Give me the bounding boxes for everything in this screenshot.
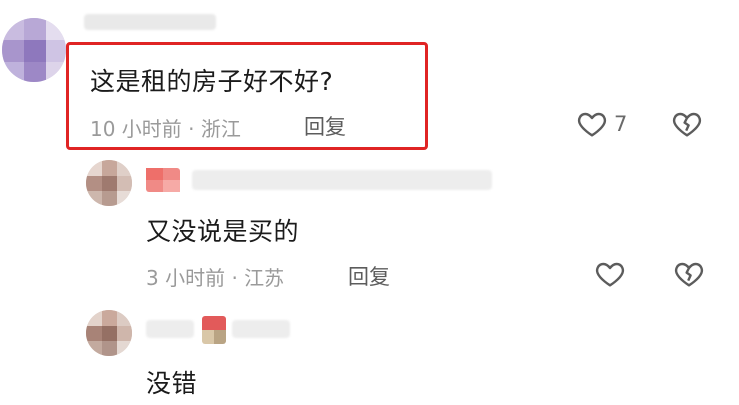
broken-heart-icon[interactable] <box>670 108 704 140</box>
heart-outline-icon[interactable] <box>576 108 608 140</box>
avatar[interactable] <box>86 160 132 206</box>
badge-icon <box>146 168 180 192</box>
like-count: 7 <box>614 112 628 136</box>
comment-text: 又没说是买的 <box>146 217 300 246</box>
comment-meta: 10 小时前 · 浙江 <box>90 117 241 141</box>
comment-text: 没错 <box>146 369 198 398</box>
avatar[interactable] <box>2 18 66 82</box>
comment-thread: 这是租的房子好不好? 10 小时前 · 浙江 回复 7 又没说是买的 3 小时前… <box>0 0 739 405</box>
avatar[interactable] <box>86 310 132 356</box>
comment-meta: 3 小时前 · 江苏 <box>146 266 285 290</box>
reply-button[interactable]: 回复 <box>304 111 346 141</box>
badge-icon <box>202 316 226 344</box>
heart-outline-icon[interactable] <box>594 258 626 290</box>
username-redacted[interactable] <box>146 320 194 338</box>
reply-button[interactable]: 回复 <box>348 261 390 291</box>
username-redacted[interactable] <box>232 320 290 338</box>
username-redacted[interactable] <box>192 170 492 190</box>
broken-heart-icon[interactable] <box>672 258 706 290</box>
username-redacted[interactable] <box>84 14 216 30</box>
comment-text: 这是租的房子好不好? <box>90 67 334 96</box>
